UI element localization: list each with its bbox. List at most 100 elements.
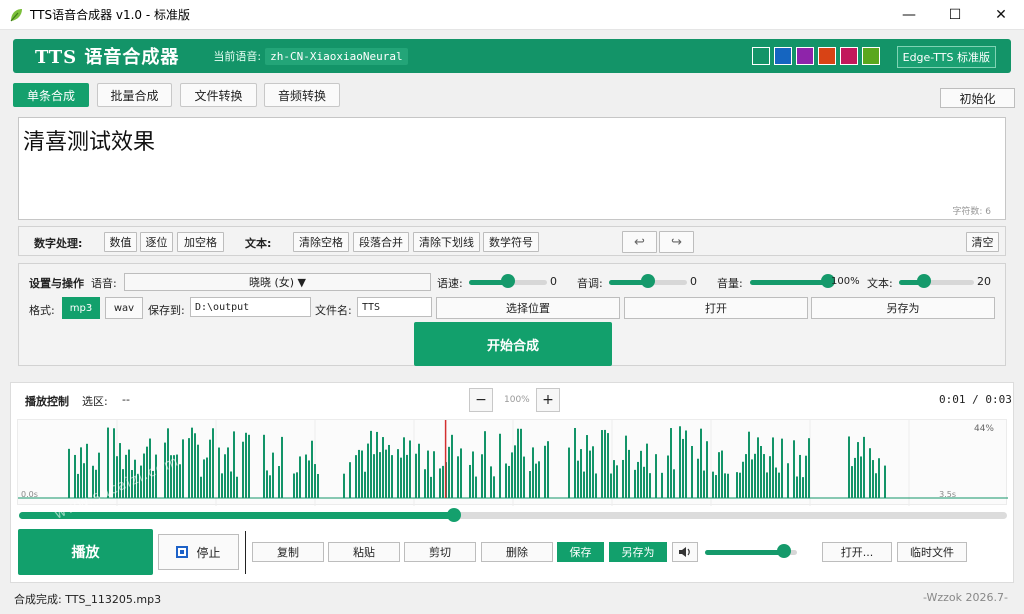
save-audio-button[interactable]: 保存 xyxy=(557,542,604,562)
open-audio-button[interactable]: 打开... xyxy=(822,542,892,562)
math-symbols-button[interactable]: 数学符号 xyxy=(483,232,539,252)
zoom-in-button[interactable]: + xyxy=(536,388,560,412)
filename-label: 文件名: xyxy=(315,304,352,317)
zoom-level: 100% xyxy=(504,395,530,405)
number-processing-label: 数字处理: xyxy=(34,237,83,250)
rate-label: 语速: xyxy=(437,277,463,290)
theme-swatch[interactable] xyxy=(796,47,814,65)
number-digit-button[interactable]: 逐位 xyxy=(140,232,173,252)
status-bar: 合成完成: TTS_113205.mp3 -Wzzok 2026.7- xyxy=(0,588,1024,614)
clear-spaces-button[interactable]: 清除空格 xyxy=(293,232,349,252)
text-editor[interactable]: 清喜测试效果 字符数: 6 xyxy=(18,117,1006,220)
redo-button[interactable]: ↪ xyxy=(659,231,694,253)
playback-progress[interactable] xyxy=(19,508,1007,522)
undo-button[interactable]: ↩ xyxy=(622,231,657,253)
text-label: 文本: xyxy=(245,237,272,250)
current-voice-label: 当前语音: xyxy=(213,50,262,63)
number-value-button[interactable]: 数值 xyxy=(104,232,137,252)
settings-title: 设置与操作 xyxy=(29,277,84,290)
stop-button[interactable]: 停止 xyxy=(158,534,239,570)
copy-button[interactable]: 复制 xyxy=(252,542,324,562)
volume-value: 100% xyxy=(831,276,860,287)
pitch-value: 0 xyxy=(690,275,697,288)
progress-knob[interactable] xyxy=(446,508,461,522)
selection-label: 选区: xyxy=(82,395,108,408)
text-tools-bar: 数字处理: 数值 逐位 加空格 文本: 清除空格 段落合并 清除下划线 数学符号… xyxy=(18,226,1006,256)
waveform-start-time: 0.0s xyxy=(21,490,38,499)
init-button[interactable]: 初始化 xyxy=(940,88,1015,108)
merge-paragraphs-button[interactable]: 段落合并 xyxy=(353,232,409,252)
waveform-end-time: 3.5s xyxy=(939,490,956,499)
app-name: TTS 语音合成器 xyxy=(35,47,180,68)
open-folder-button[interactable]: 打开 xyxy=(624,297,808,319)
save-path-input[interactable]: D:\output xyxy=(190,297,311,317)
voice-select[interactable]: 晓晓 (女) ▼ xyxy=(124,273,431,291)
close-button[interactable]: ✕ xyxy=(978,0,1024,30)
zoom-out-button[interactable]: − xyxy=(469,388,493,412)
rate-slider[interactable] xyxy=(469,274,547,288)
theme-swatch[interactable] xyxy=(752,47,770,65)
theme-swatch[interactable] xyxy=(862,47,880,65)
tab-single[interactable]: 单条合成 xyxy=(13,83,89,107)
waveform-percent: 44% xyxy=(973,424,994,434)
maximize-button[interactable]: ☐ xyxy=(932,0,978,30)
theme-swatches xyxy=(752,47,880,65)
playback-volume-knob[interactable] xyxy=(777,544,792,558)
status-credit: -Wzzok 2026.7- xyxy=(922,591,1008,604)
clear-underscores-button[interactable]: 清除下划线 xyxy=(413,232,480,252)
rate-value: 0 xyxy=(550,275,557,288)
filename-input[interactable]: TTS xyxy=(357,297,432,317)
number-space-button[interactable]: 加空格 xyxy=(177,232,224,252)
theme-swatch[interactable] xyxy=(840,47,858,65)
play-button[interactable]: 播放 xyxy=(18,529,153,575)
selection-value: -- xyxy=(122,393,130,406)
playback-panel: 播放控制 选区: -- − 100% + 0:01 / 0:03 44% 0.0… xyxy=(10,382,1014,583)
status-message: 合成完成: TTS_113205.mp3 xyxy=(14,593,162,606)
volume-label: 音量: xyxy=(717,277,743,290)
theme-swatch[interactable] xyxy=(818,47,836,65)
stop-icon xyxy=(176,546,189,558)
cut-button[interactable]: 剪切 xyxy=(404,542,476,562)
minimize-button[interactable]: — xyxy=(886,0,932,30)
tab-audio-convert[interactable]: 音频转换 xyxy=(264,83,340,107)
start-synthesis-button[interactable]: 开始合成 xyxy=(414,322,612,366)
speaker-button[interactable] xyxy=(672,542,698,562)
app-leaf-icon xyxy=(10,8,22,21)
pitch-slider[interactable] xyxy=(609,274,687,288)
edition-badge: Edge-TTS 标准版 xyxy=(896,46,996,68)
textsize-value: 20 xyxy=(977,275,991,288)
time-readout: 0:01 / 0:03 xyxy=(939,393,1012,406)
rate-slider-knob[interactable] xyxy=(501,274,515,288)
textsize-slider[interactable] xyxy=(899,274,974,288)
window-title: TTS语音合成器 v1.0 - 标准版 xyxy=(30,8,191,22)
volume-slider[interactable] xyxy=(750,274,835,288)
stop-label: 停止 xyxy=(196,545,221,560)
tab-batch[interactable]: 批量合成 xyxy=(97,83,172,107)
choose-location-button[interactable]: 选择位置 xyxy=(436,297,620,319)
save-as-button[interactable]: 另存为 xyxy=(811,297,995,319)
save-to-label: 保存到: xyxy=(148,304,185,317)
theme-swatch[interactable] xyxy=(774,47,792,65)
delete-button[interactable]: 删除 xyxy=(481,542,553,562)
char-count: 字符数: 6 xyxy=(952,207,991,217)
paste-button[interactable]: 粘贴 xyxy=(328,542,400,562)
header-banner: TTS 语音合成器 当前语音: zh-CN-XiaoxiaoNeural Edg… xyxy=(13,39,1011,73)
pitch-slider-knob[interactable] xyxy=(641,274,655,288)
textsize-slider-knob[interactable] xyxy=(916,274,931,288)
format-mp3-button[interactable]: mp3 xyxy=(62,297,100,319)
current-voice-value: zh-CN-XiaoxiaoNeural xyxy=(265,47,408,65)
playback-title: 播放控制 xyxy=(25,395,69,408)
pitch-label: 音调: xyxy=(577,277,603,290)
format-wav-button[interactable]: wav xyxy=(105,297,143,319)
editor-text[interactable]: 清喜测试效果 xyxy=(23,124,1001,156)
tab-file-convert[interactable]: 文件转换 xyxy=(180,83,257,107)
title-bar: TTS语音合成器 v1.0 - 标准版 — ☐ ✕ xyxy=(0,0,1024,30)
temp-files-button[interactable]: 临时文件 xyxy=(897,542,967,562)
speaker-icon xyxy=(679,547,690,557)
clear-button[interactable]: 清空 xyxy=(966,232,999,252)
voice-label: 语音: xyxy=(91,277,117,290)
divider xyxy=(245,531,246,574)
textsize-label: 文本: xyxy=(867,277,893,290)
save-audio-as-button[interactable]: 另存为 xyxy=(609,542,667,562)
playback-volume-slider[interactable] xyxy=(705,544,797,558)
